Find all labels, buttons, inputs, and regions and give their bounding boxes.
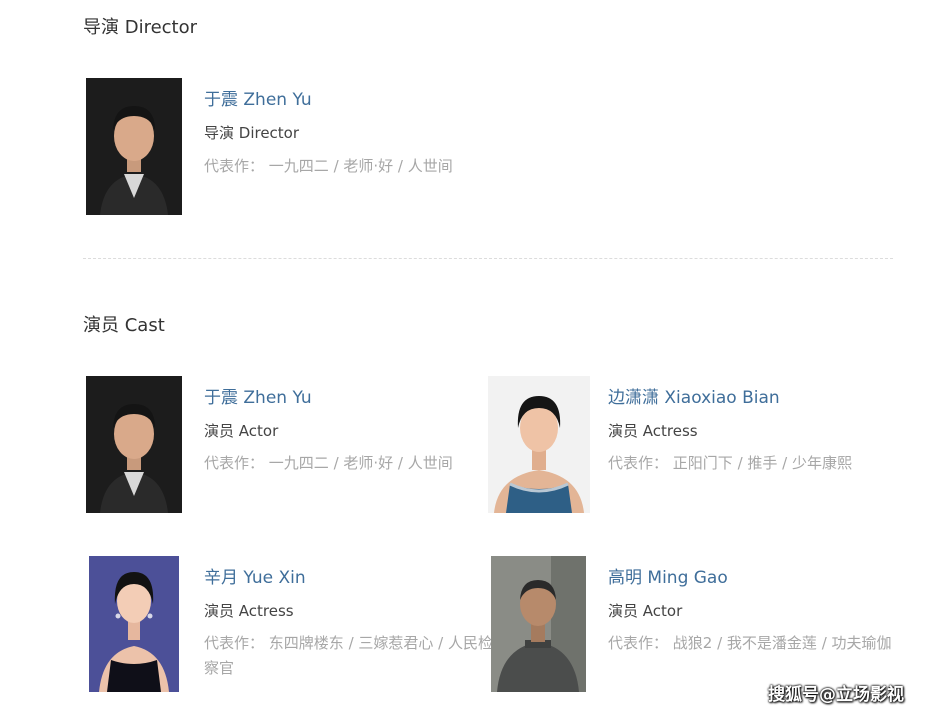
person-role: 导演 Director [204,124,300,142]
director-photo[interactable] [86,78,182,215]
works-label: 代表作： [204,634,265,652]
person-name-link[interactable]: 高明 Ming Gao [608,567,728,589]
representative-works: 代表作： 正阳门下 / 推手 / 少年康熙 [608,451,908,476]
representative-works: 代表作： 战狼2 / 我不是潘金莲 / 功夫瑜伽 [608,631,898,656]
person-name-link[interactable]: 于震 Zhen Yu [204,387,312,409]
director-section-title: 导演 Director [83,17,198,38]
cast-photo[interactable] [86,376,182,513]
cast-section-title: 演员 Cast [83,315,165,336]
works-links[interactable]: 正阳门下 / 推手 / 少年康熙 [673,454,852,472]
person-name-link[interactable]: 辛月 Yue Xin [204,567,306,589]
works-label: 代表作： [204,454,265,472]
works-links[interactable]: 战狼2 / 我不是潘金莲 / 功夫瑜伽 [673,634,892,652]
person-role: 演员 Actor [204,422,279,440]
works-label: 代表作： [204,157,265,175]
cast-photo[interactable] [488,376,590,513]
person-name-link[interactable]: 边潇潇 Xiaoxiao Bian [608,387,780,409]
person-role: 演员 Actor [608,602,683,620]
cast-photo[interactable] [491,556,586,692]
representative-works: 代表作： 一九四二 / 老师·好 / 人世间 [204,154,494,179]
portrait-woman-icon [89,556,179,692]
works-label: 代表作： [608,634,669,652]
person-role: 演员 Actress [204,602,294,620]
works-links[interactable]: 一九四二 / 老师·好 / 人世间 [269,454,453,472]
portrait-man-icon [86,78,182,215]
representative-works: 代表作： 东四牌楼东 / 三嫁惹君心 / 人民检察官 [204,631,496,681]
watermark: 搜狐号@立场影视 [768,685,904,705]
person-role: 演员 Actress [608,422,698,440]
portrait-man-icon [491,556,586,692]
works-links[interactable]: 一九四二 / 老师·好 / 人世间 [269,157,453,175]
works-label: 代表作： [608,454,669,472]
section-divider [83,258,893,259]
cast-photo[interactable] [89,556,179,692]
portrait-man-icon [86,376,182,513]
portrait-woman-icon [488,376,590,513]
representative-works: 代表作： 一九四二 / 老师·好 / 人世间 [204,451,494,476]
person-name-link[interactable]: 于震 Zhen Yu [204,89,312,111]
